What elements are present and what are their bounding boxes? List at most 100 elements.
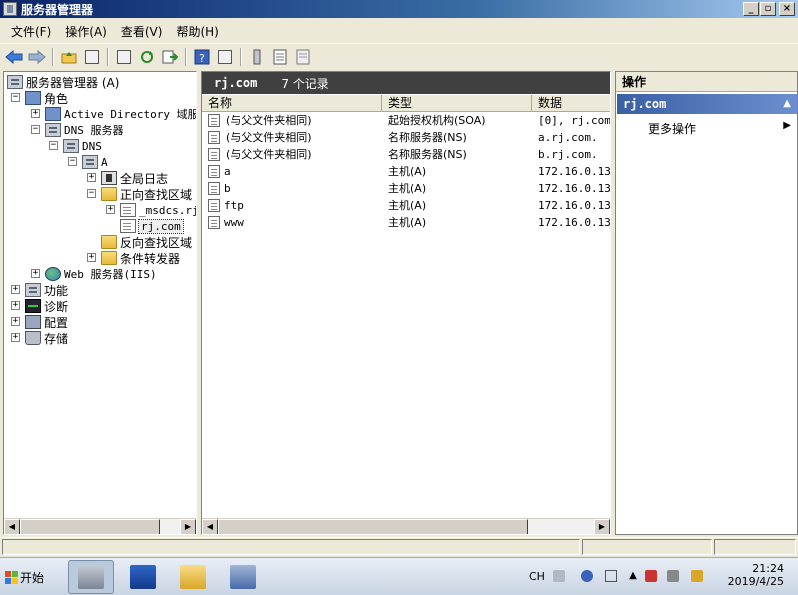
record-name: a xyxy=(224,165,231,178)
scroll-thumb[interactable] xyxy=(20,519,160,534)
collapse-dns-server[interactable]: − xyxy=(31,125,40,134)
result-pane: rj.com 7 个记录 名称 类型 数据 (与父文件夹相同) 起始授权机构(S… xyxy=(201,71,611,535)
toolbar-separator xyxy=(240,47,242,66)
status-segment xyxy=(582,539,712,555)
tree-item-root[interactable]: 服务器管理器 (A) xyxy=(7,74,119,90)
expand-ad[interactable]: + xyxy=(31,109,40,118)
record-data: [0], rj.com. xyxy=(538,114,611,127)
list-horizontal-scrollbar[interactable]: ◀ ▶ xyxy=(202,518,610,534)
roles-icon xyxy=(25,91,41,105)
collapse-dns[interactable]: − xyxy=(49,141,58,150)
action-center-icon[interactable] xyxy=(691,570,703,582)
properties-button[interactable] xyxy=(114,47,134,67)
tree-horizontal-scrollbar[interactable]: ◀ ▶ xyxy=(4,518,196,534)
tree-item-reverse-zones[interactable]: 反向查找区域 xyxy=(101,234,192,250)
tree-item-rj-com[interactable]: rj.com xyxy=(120,218,184,234)
scroll-thumb[interactable] xyxy=(218,519,528,534)
actions-section-rj-com[interactable]: rj.com ▲ xyxy=(617,94,797,114)
tree-item-web-server[interactable]: Web 服务器(IIS) xyxy=(45,266,157,282)
network-alert-icon[interactable] xyxy=(645,570,657,582)
tree-item-conditional-forwarders[interactable]: 条件转发器 xyxy=(101,250,180,266)
table-row[interactable]: (与父文件夹相同) 名称服务器(NS) a.rj.com. xyxy=(202,129,610,146)
table-row[interactable]: (与父文件夹相同) 起始授权机构(SOA) [0], rj.com. xyxy=(202,112,611,129)
input-language[interactable]: CH xyxy=(529,570,545,583)
expand-forwarders[interactable]: + xyxy=(87,253,96,262)
tree-item-active-directory[interactable]: Active Directory 域服务 xyxy=(45,106,196,122)
tree-item-dns[interactable]: DNS xyxy=(63,138,102,154)
taskbar-server-manager[interactable] xyxy=(68,560,114,594)
taskbar-explorer[interactable] xyxy=(170,560,216,594)
collapse-up-icon[interactable]: ▲ xyxy=(783,94,791,114)
table-row[interactable]: (与父文件夹相同) 名称服务器(NS) b.rj.com. xyxy=(202,146,610,163)
tree-item-global-log[interactable]: 全局日志 xyxy=(101,170,168,186)
tree-item-dns-server[interactable]: DNS 服务器 xyxy=(45,122,124,138)
menu-view[interactable]: 查看(V) xyxy=(114,23,170,40)
expand-configuration[interactable]: + xyxy=(11,317,20,326)
scroll-right-button[interactable]: ▶ xyxy=(594,519,610,534)
menu-file[interactable]: 文件(F) xyxy=(4,23,58,40)
expand-storage[interactable]: + xyxy=(11,333,20,342)
table-row[interactable]: www 主机(A) 172.16.0.138 xyxy=(202,214,611,231)
forward-button[interactable] xyxy=(27,47,47,67)
expand-features[interactable]: + xyxy=(11,285,20,294)
clock[interactable]: 21:24 2019/4/25 xyxy=(728,562,784,588)
collapse-forward-zones[interactable]: − xyxy=(87,189,96,198)
refresh-button[interactable] xyxy=(137,47,157,67)
tree-item-roles[interactable]: 角色 xyxy=(25,90,68,106)
records-button[interactable] xyxy=(293,47,313,67)
taskbar-network-app[interactable] xyxy=(220,560,266,594)
help-button[interactable]: ? xyxy=(192,47,212,67)
expand-web[interactable]: + xyxy=(31,269,40,278)
options-icon[interactable] xyxy=(605,570,617,582)
scroll-left-button[interactable]: ◀ xyxy=(4,519,20,534)
tree-item-features[interactable]: 功能 xyxy=(25,282,68,298)
list-button[interactable] xyxy=(270,47,290,67)
title-bar[interactable]: 服务器管理器 _ ▫ × xyxy=(0,0,798,18)
show-hide-action-pane-button[interactable] xyxy=(215,47,235,67)
table-row[interactable]: a 主机(A) 172.16.0.138 xyxy=(202,163,610,180)
expand-msdcs[interactable]: + xyxy=(106,205,115,214)
show-hide-tree-button[interactable] xyxy=(82,47,102,67)
taskbar-powershell[interactable] xyxy=(120,560,166,594)
keyboard-icon[interactable] xyxy=(553,570,565,582)
collapse-host[interactable]: − xyxy=(68,157,77,166)
export-list-button[interactable] xyxy=(160,47,180,67)
expand-diagnostics[interactable]: + xyxy=(11,301,20,310)
column-name[interactable]: 名称 xyxy=(202,95,382,112)
more-actions-item[interactable]: 更多操作 xyxy=(648,120,696,137)
restore-button[interactable]: ▫ xyxy=(760,2,776,16)
back-button[interactable] xyxy=(4,47,24,67)
start-label: 开始 xyxy=(20,570,45,585)
tree-item-storage[interactable]: 存储 xyxy=(25,330,68,346)
tree-item-msdcs[interactable]: _msdcs.rj xyxy=(120,202,196,218)
scroll-left-button[interactable]: ◀ xyxy=(202,519,218,534)
menu-help[interactable]: 帮助(H) xyxy=(169,23,225,40)
dns-icon xyxy=(63,139,79,153)
tree-label: 反向查找区域 xyxy=(120,235,193,250)
help-tray-icon[interactable] xyxy=(581,570,593,582)
collapse-roles[interactable]: − xyxy=(11,93,20,102)
server-button[interactable] xyxy=(247,47,267,67)
minimize-button[interactable]: _ xyxy=(743,2,759,16)
window-controls: _ ▫ × xyxy=(743,2,795,16)
volume-icon[interactable] xyxy=(667,570,679,582)
scroll-right-button[interactable]: ▶ xyxy=(180,519,196,534)
tree-item-host-a[interactable]: A xyxy=(82,154,108,170)
tree-item-diagnostics[interactable]: 诊断 xyxy=(25,298,68,314)
folder-icon xyxy=(101,251,117,265)
tree-item-forward-zones[interactable]: 正向查找区域 xyxy=(101,186,192,202)
table-row[interactable]: b 主机(A) 172.16.0.137 xyxy=(202,180,610,197)
tree-item-configuration[interactable]: 配置 xyxy=(25,314,68,330)
show-hidden-icons-icon[interactable]: ▲ xyxy=(627,570,639,582)
column-type[interactable]: 类型 xyxy=(382,95,532,112)
console-tree[interactable]: 服务器管理器 (A) − 角色 + Active Directory 域服务 −… xyxy=(3,71,197,535)
record-data: 172.16.0.138 xyxy=(538,216,611,229)
table-row[interactable]: ftp 主机(A) 172.16.0.137 xyxy=(202,197,610,214)
column-data[interactable]: 数据 xyxy=(532,95,610,112)
menu-action[interactable]: 操作(A) xyxy=(58,23,114,40)
close-button[interactable]: × xyxy=(779,2,795,16)
start-button[interactable]: 开始 xyxy=(2,562,50,592)
record-icon xyxy=(208,131,220,144)
up-level-button[interactable] xyxy=(59,47,79,67)
expand-global-log[interactable]: + xyxy=(87,173,96,182)
